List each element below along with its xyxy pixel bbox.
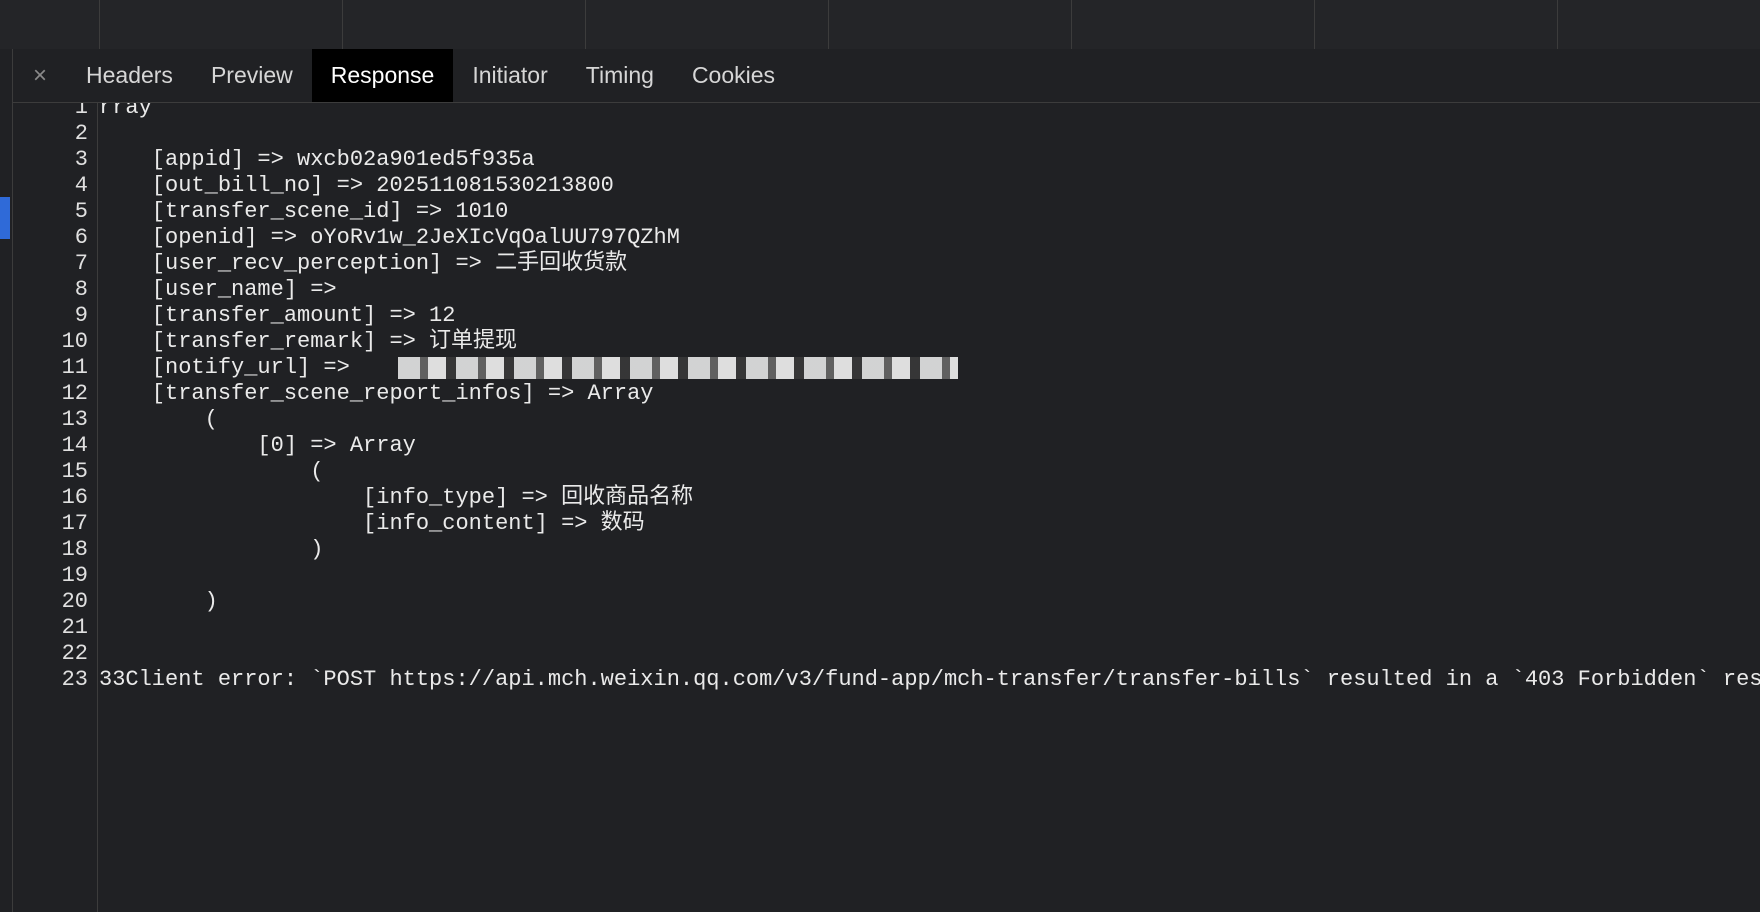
line-text: [appid] => wxcb02a901ed5f935a — [99, 147, 535, 172]
column-cell — [342, 0, 586, 49]
line-text: [0] => Array — [99, 433, 416, 458]
column-cell — [1071, 0, 1315, 49]
line-text: ) — [99, 537, 324, 562]
code-line: 12 [transfer_scene_report_infos] => Arra… — [13, 381, 1760, 407]
line-text: [transfer_scene_report_infos] => Array — [99, 381, 654, 406]
code-line: 13 ( — [13, 407, 1760, 433]
response-viewer[interactable]: 1 rray 2 3 [appid] => wxcb02a901ed5f935a 4 [… — [13, 103, 1760, 912]
column-cell — [1557, 0, 1760, 49]
response-code: 1 rray 2 3 [appid] => wxcb02a901ed5f935a 4 [… — [13, 103, 1760, 693]
code-line: 8 [user_name] => — [13, 277, 1760, 303]
close-icon[interactable]: × — [13, 49, 67, 102]
code-line: 21 — [13, 615, 1760, 641]
code-line: 18 ) — [13, 537, 1760, 563]
line-number: 16 — [61, 485, 88, 510]
line-text: [openid] => oYoRv1w_2JeXIcVqOalUU797QZhM — [99, 225, 680, 250]
column-cell — [99, 0, 343, 49]
column-cell — [585, 0, 829, 49]
code-line: 14 [0] => Array — [13, 433, 1760, 459]
redacted-url-mask — [398, 357, 958, 379]
line-number: 17 — [61, 511, 88, 536]
code-line: 6 [openid] => oYoRv1w_2JeXIcVqOalUU797QZ… — [13, 225, 1760, 251]
line-number: 11 — [61, 355, 88, 380]
line-number: 20 — [61, 589, 88, 614]
code-line: 15 ( — [13, 459, 1760, 485]
line-number: 9 — [74, 303, 88, 328]
line-text: [user_recv_perception] => 二手回收货款 — [99, 251, 628, 276]
line-text: ( — [99, 459, 324, 484]
line-text: [user_name] => — [99, 277, 337, 302]
code-line: 1 rray — [13, 103, 1760, 121]
line-number: 2 — [74, 121, 88, 146]
tab-headers[interactable]: Headers — [67, 49, 192, 102]
line-number: 3 — [74, 147, 88, 172]
code-line: 17 [info_content] => 数码 — [13, 511, 1760, 537]
tab-response[interactable]: Response — [311, 49, 454, 102]
line-text: 33Client error: `POST https://api.mch.we… — [99, 667, 1760, 692]
line-number: 6 — [74, 225, 88, 250]
line-text: [transfer_amount] => 12 — [99, 303, 456, 328]
line-text: [notify_url] => — [99, 355, 364, 380]
tab-cookies[interactable]: Cookies — [673, 49, 794, 102]
code-line: 7 [user_recv_perception] => 二手回收货款 — [13, 251, 1760, 277]
line-number: 13 — [61, 407, 88, 432]
line-number: 15 — [61, 459, 88, 484]
code-line: 22 — [13, 641, 1760, 667]
code-line: 23 33Client error: `POST https://api.mch.… — [13, 667, 1760, 693]
line-number: 14 — [61, 433, 88, 458]
tab-preview[interactable]: Preview — [192, 49, 312, 102]
line-text: ( — [99, 407, 218, 432]
code-line: 5 [transfer_scene_id] => 1010 — [13, 199, 1760, 225]
code-line: 20 ) — [13, 589, 1760, 615]
line-number: 21 — [61, 615, 88, 640]
line-text: [transfer_scene_id] => 1010 — [99, 199, 509, 224]
selected-request-marker — [0, 197, 10, 239]
line-text: [out_bill_no] => 202511081530213800 — [99, 173, 614, 198]
line-number: 12 — [61, 381, 88, 406]
code-line: 3 [appid] => wxcb02a901ed5f935a — [13, 147, 1760, 173]
line-text: ) — [99, 589, 218, 614]
code-line: 11 [notify_url] => — [13, 355, 1760, 381]
line-number: 8 — [74, 277, 88, 302]
line-text: [info_type] => 回收商品名称 — [99, 485, 694, 510]
column-cell — [1314, 0, 1558, 49]
line-number: 10 — [61, 329, 88, 354]
column-cell — [828, 0, 1072, 49]
detail-tab-bar: × Headers Preview Response Initiator Tim… — [13, 49, 1760, 103]
code-line: 10 [transfer_remark] => 订单提现 — [13, 329, 1760, 355]
tab-initiator[interactable]: Initiator — [453, 49, 566, 102]
line-number: 18 — [61, 537, 88, 562]
code-line: 19 — [13, 563, 1760, 589]
code-line: 9 [transfer_amount] => 12 — [13, 303, 1760, 329]
code-line: 2 — [13, 121, 1760, 147]
line-text: rray — [99, 103, 152, 120]
code-line: 4 [out_bill_no] => 202511081530213800 — [13, 173, 1760, 199]
line-number: 4 — [74, 173, 88, 198]
request-list-edge — [0, 49, 13, 912]
line-number: 1 — [74, 103, 88, 120]
line-number: 5 — [74, 199, 88, 224]
network-request-list-header — [0, 0, 1760, 50]
code-line: 16 [info_type] => 回收商品名称 — [13, 485, 1760, 511]
line-number: 19 — [61, 563, 88, 588]
line-text: [transfer_remark] => 订单提现 — [99, 329, 518, 354]
line-number: 7 — [74, 251, 88, 276]
tab-timing[interactable]: Timing — [567, 49, 673, 102]
line-number: 22 — [61, 641, 88, 666]
line-text: [info_content] => 数码 — [99, 511, 645, 536]
line-number: 23 — [61, 667, 88, 692]
